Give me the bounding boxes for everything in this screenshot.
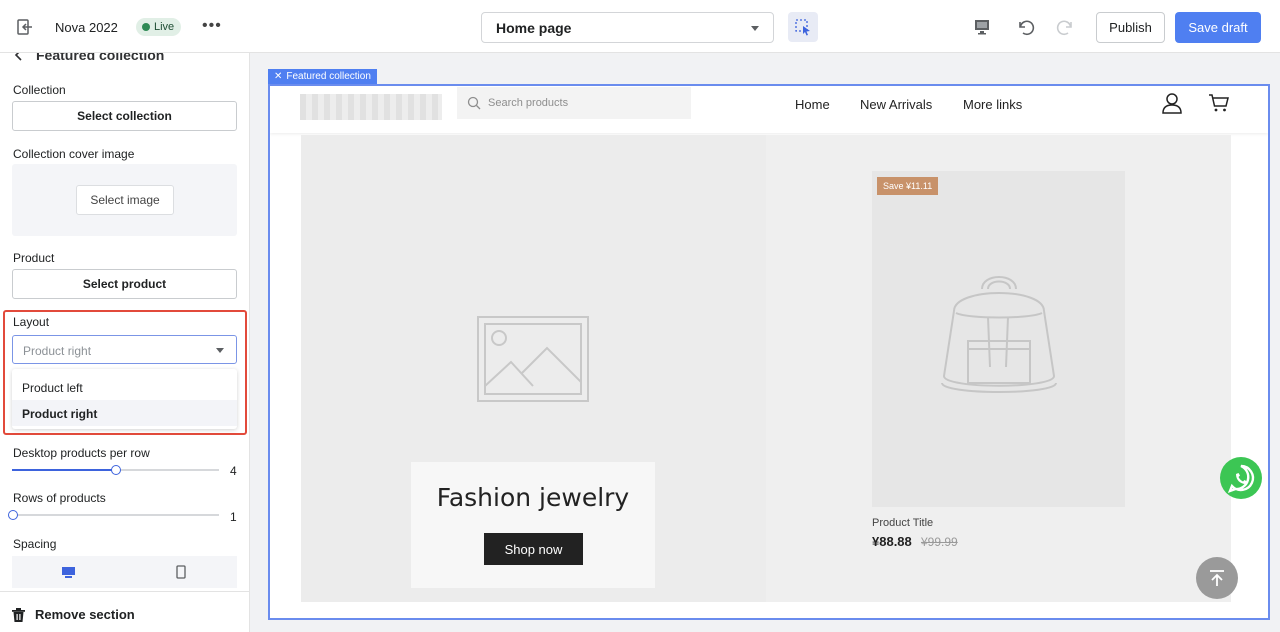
live-dot-icon xyxy=(142,23,150,31)
settings-sidebar: Featured collection Collection Select co… xyxy=(0,53,250,632)
remove-section-button[interactable]: Remove section xyxy=(12,607,135,622)
slider-thumb[interactable] xyxy=(8,510,18,520)
page-select-value: Home page xyxy=(496,20,572,36)
rows-label: Rows of products xyxy=(13,491,106,505)
search-placeholder: Search products xyxy=(488,97,569,109)
section-title: Featured collection xyxy=(36,53,165,63)
cover-image-label: Collection cover image xyxy=(13,147,135,161)
account-icon[interactable] xyxy=(1161,92,1183,114)
layout-option-product-left[interactable]: Product left xyxy=(12,374,237,400)
layout-select[interactable]: Product right xyxy=(12,335,237,364)
product-label: Product xyxy=(13,251,55,265)
select-image-button[interactable]: Select image xyxy=(76,185,174,215)
back-arrow-icon[interactable] xyxy=(14,53,24,61)
remove-section-label: Remove section xyxy=(35,607,135,622)
section-header[interactable]: Featured collection xyxy=(14,53,164,63)
whatsapp-button[interactable] xyxy=(1220,457,1262,499)
store-preview: Search products Home New Arrivals More l… xyxy=(268,84,1270,620)
store-header: Search products Home New Arrivals More l… xyxy=(270,86,1268,133)
save-badge: Save ¥11.11 xyxy=(877,177,939,195)
nav-link-new-arrivals[interactable]: New Arrivals xyxy=(860,97,932,112)
search-icon xyxy=(467,96,481,110)
save-draft-button[interactable]: Save draft xyxy=(1175,12,1261,43)
theme-title: Nova 2022 xyxy=(55,20,118,35)
exit-icon[interactable] xyxy=(16,18,34,36)
slider-thumb[interactable] xyxy=(111,465,121,475)
page-select[interactable]: Home page xyxy=(481,12,774,43)
featured-collection-section: Fashion jewelry Shop now Save ¥11.11 Pro… xyxy=(301,135,1231,602)
layout-label: Layout xyxy=(13,315,50,329)
collection-cover: Fashion jewelry Shop now xyxy=(301,135,766,602)
rows-slider[interactable] xyxy=(8,510,219,520)
desktop-per-row-value: 4 xyxy=(230,464,237,478)
desktop-device-icon[interactable] xyxy=(62,567,75,578)
selection-cursor-icon xyxy=(795,19,810,36)
desktop-view-icon[interactable] xyxy=(973,18,991,36)
nav-link-more-links[interactable]: More links xyxy=(963,97,1022,112)
rows-value: 1 xyxy=(230,510,237,524)
product-card[interactable]: Save ¥11.11 xyxy=(872,171,1125,507)
close-icon[interactable]: ✕ xyxy=(274,69,282,84)
mobile-device-icon[interactable] xyxy=(175,565,187,579)
slider-fill xyxy=(12,469,116,471)
more-horizontal-icon[interactable]: ••• xyxy=(202,17,222,35)
desktop-per-row-label: Desktop products per row xyxy=(13,446,150,460)
chevron-down-icon xyxy=(751,26,759,31)
store-logo[interactable] xyxy=(300,94,442,120)
publish-button[interactable]: Publish xyxy=(1096,12,1165,43)
spacing-device-tabs xyxy=(12,556,237,588)
section-tag[interactable]: ✕ Featured collection xyxy=(268,69,377,84)
arrow-up-icon xyxy=(1210,570,1224,586)
top-bar: Nova 2022 Live ••• Home page Publish Sav… xyxy=(0,0,1280,53)
select-product-button[interactable]: Select product xyxy=(12,269,237,299)
back-to-top-button[interactable] xyxy=(1196,557,1238,599)
undo-icon[interactable] xyxy=(1015,17,1035,37)
chevron-down-icon xyxy=(216,348,224,353)
layout-select-value: Product right xyxy=(23,344,92,358)
collection-label: Collection xyxy=(13,83,66,97)
spacing-label: Spacing xyxy=(13,537,57,551)
trash-icon xyxy=(12,607,25,622)
live-label: Live xyxy=(154,21,175,33)
product-grid: Save ¥11.11 Product Title ¥88.88 ¥99.99 xyxy=(766,135,1231,602)
sidebar-footer: Remove section xyxy=(0,591,249,632)
select-collection-button[interactable]: Select collection xyxy=(12,101,237,131)
cover-image-dropzone: Select image xyxy=(12,164,237,236)
cart-icon[interactable] xyxy=(1208,93,1230,113)
store-search-input[interactable]: Search products xyxy=(457,87,691,119)
section-tag-label: Featured collection xyxy=(286,71,371,82)
product-compare-price: ¥99.99 xyxy=(921,535,958,549)
collection-card: Fashion jewelry Shop now xyxy=(411,462,655,588)
whatsapp-icon xyxy=(1227,464,1255,494)
backpack-placeholder-icon xyxy=(941,276,1057,393)
desktop-per-row-slider[interactable] xyxy=(12,465,219,475)
select-element-tool-button[interactable] xyxy=(788,12,818,42)
live-badge: Live xyxy=(136,18,182,36)
nav-link-home[interactable]: Home xyxy=(795,97,830,112)
product-price: ¥88.88 xyxy=(872,534,912,549)
redo-icon[interactable] xyxy=(1056,17,1076,37)
shop-now-button[interactable]: Shop now xyxy=(484,533,583,565)
product-title[interactable]: Product Title xyxy=(872,517,933,529)
image-placeholder-icon xyxy=(477,316,589,402)
layout-dropdown: Product left Product right xyxy=(12,369,237,429)
collection-title: Fashion jewelry xyxy=(436,483,630,512)
layout-option-product-right[interactable]: Product right xyxy=(12,400,237,426)
